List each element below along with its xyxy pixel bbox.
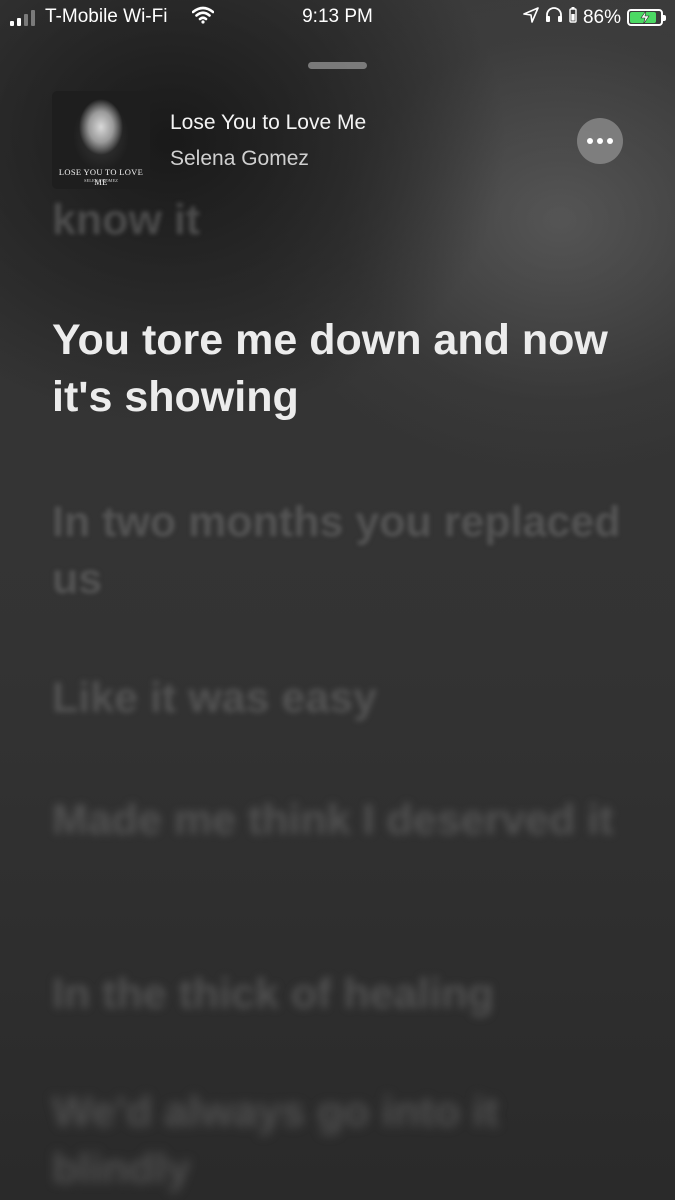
now-playing-header: LOSE YOU TO LOVE ME SELENA GOMEZ Lose Yo… [52, 91, 627, 191]
more-options-button[interactable] [577, 118, 623, 164]
lyric-line[interactable]: We'd always go into it blindly [52, 1084, 632, 1198]
lyrics-screen: T-Mobile Wi-Fi 9:13 PM 86% LOSE YOU TO L… [0, 0, 675, 1200]
battery-charging-icon [627, 9, 666, 26]
lyric-line[interactable]: Like it was easy [52, 670, 632, 727]
more-dot-icon [587, 138, 593, 144]
album-artwork[interactable]: LOSE YOU TO LOVE ME SELENA GOMEZ [52, 91, 150, 189]
status-right-group: 86% [523, 6, 666, 29]
location-arrow-icon [523, 6, 539, 29]
charging-bolt-icon [640, 11, 650, 24]
song-title: Lose You to Love Me [170, 111, 367, 134]
more-dot-icon [597, 138, 603, 144]
battery-cap [663, 15, 666, 21]
status-bar: T-Mobile Wi-Fi 9:13 PM 86% [0, 0, 675, 34]
lyric-line-current[interactable]: You tore me down and now it's showing [52, 312, 632, 426]
lyric-line[interactable]: In two months you replaced us [52, 494, 632, 608]
lyric-line[interactable]: In the thick of healing [52, 966, 632, 1023]
more-dot-icon [607, 138, 613, 144]
artwork-title-text: LOSE YOU TO LOVE ME [58, 167, 144, 187]
headphones-icon [545, 6, 563, 29]
battery-percent: 86% [582, 6, 621, 28]
sheet-grabber[interactable] [308, 62, 367, 69]
lyric-line-previous[interactable]: know it [52, 192, 632, 249]
artist-name[interactable]: Selena Gomez [170, 147, 309, 171]
artwork-artist-text: SELENA GOMEZ [83, 178, 119, 183]
battery-small-icon [569, 6, 577, 29]
lyric-line[interactable]: Made me think I deserved it [52, 792, 632, 849]
